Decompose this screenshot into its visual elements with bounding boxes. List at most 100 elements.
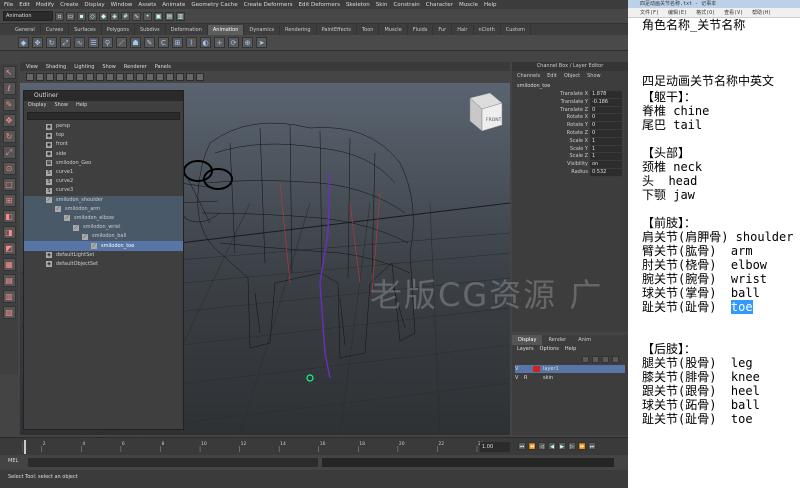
layer-row[interactable]: V Rskin: [515, 374, 625, 382]
shelf-tab-painteffects[interactable]: PaintEffects: [317, 24, 357, 35]
channel-value-field[interactable]: 1: [590, 153, 622, 162]
channel-label[interactable]: Rotate Z: [512, 130, 590, 138]
smooth-shade-icon[interactable]: [136, 73, 144, 81]
shelf-tab-fur[interactable]: Fur: [433, 24, 453, 35]
move-tool-icon[interactable]: ✥: [2, 114, 16, 127]
channel-value-field[interactable]: -0.186: [590, 98, 622, 107]
new-layer-icon[interactable]: [602, 355, 609, 363]
menu-create-deformers[interactable]: Create Deformers: [244, 2, 293, 8]
outliner-menu-show[interactable]: Show: [54, 101, 68, 110]
resolution-gate-icon[interactable]: [86, 73, 94, 81]
shelf-tab-animation[interactable]: Animation: [207, 24, 245, 35]
channelbox-menu-show[interactable]: Show: [587, 71, 601, 82]
selected-text[interactable]: toe: [730, 300, 753, 314]
channel-value-field[interactable]: 0: [590, 129, 622, 138]
shelf-tab-muscle[interactable]: Muscle: [379, 24, 408, 35]
play-back-icon[interactable]: ◀: [548, 442, 556, 450]
outliner-item[interactable]: Scurve3: [24, 186, 183, 195]
outliner-menu-help[interactable]: Help: [76, 101, 87, 110]
notepad-menu-item[interactable]: 帮助(H): [752, 8, 771, 17]
step-back-key-icon[interactable]: ⏪: [528, 442, 536, 450]
outliner-item[interactable]: ⟋ smilodon_ball: [24, 232, 183, 242]
open-scene-icon[interactable]: ▭: [66, 11, 75, 21]
outliner-item[interactable]: ◉ front: [24, 140, 183, 149]
channelbox-menu-edit[interactable]: Edit: [547, 71, 557, 82]
key-rotate-icon[interactable]: ↻: [46, 37, 57, 48]
view-menu-lighting[interactable]: Lighting: [74, 64, 94, 70]
menu-skeleton[interactable]: Skeleton: [346, 2, 370, 8]
snap-curve-icon[interactable]: ∿: [132, 11, 141, 21]
menu-edit[interactable]: Edit: [19, 2, 30, 8]
menu-animate[interactable]: Animate: [162, 2, 185, 8]
layer-name[interactable]: skin: [543, 375, 553, 381]
new-scene-icon[interactable]: ▫: [55, 11, 64, 21]
scale-tool-icon[interactable]: ⤢: [2, 146, 16, 159]
persp-graph-icon[interactable]: ◨: [2, 226, 16, 239]
point-constraint-icon[interactable]: +: [214, 37, 225, 48]
xray-joints-icon[interactable]: [196, 73, 204, 81]
view-menu-shading[interactable]: Shading: [46, 64, 66, 70]
outliner-item[interactable]: ⟋ smilodon_arm: [24, 204, 183, 214]
channel-value-field[interactable]: 1: [590, 145, 622, 154]
safe-action-icon[interactable]: [116, 73, 124, 81]
layer-visibility-toggle[interactable]: V: [515, 366, 521, 372]
textured-icon[interactable]: [146, 73, 154, 81]
channel-label[interactable]: Translate X: [512, 91, 590, 99]
shelf-tab-surfaces[interactable]: Surfaces: [69, 24, 102, 35]
shelf-tab-ncloth[interactable]: nCloth: [474, 24, 501, 35]
graph-layout-icon[interactable]: ▥: [2, 290, 16, 303]
layer-menu-options[interactable]: Options: [540, 345, 559, 354]
layer-menu-help[interactable]: Help: [565, 345, 576, 354]
outliner-item[interactable]: ◉ top: [24, 131, 183, 140]
camera-attributes-icon[interactable]: [36, 73, 44, 81]
time-slider[interactable]: 24681012141618202224 1.00 ⏮ ⏪ ◁ ◀ ▶ ▷ ⏩ …: [0, 437, 628, 455]
notepad-menu-item[interactable]: 格式(O): [696, 8, 715, 17]
viewcube[interactable]: [469, 92, 503, 132]
timeline-ruler[interactable]: 24681012141618202224: [22, 438, 502, 456]
menu-character[interactable]: Character: [426, 2, 453, 8]
layer-move-up-icon[interactable]: [582, 355, 589, 363]
menu-display[interactable]: Display: [84, 2, 104, 8]
cluster-icon[interactable]: C: [158, 37, 169, 48]
notepad-menu-item[interactable]: 文件(F): [640, 8, 659, 17]
outliner-search-input[interactable]: [27, 112, 180, 120]
layer-tab-display[interactable]: Display: [512, 335, 543, 345]
ik-handle-icon[interactable]: ⟋: [116, 37, 127, 48]
view-menu-show[interactable]: Show: [102, 64, 116, 70]
channel-value-field[interactable]: 1: [590, 137, 622, 146]
key-translate-icon[interactable]: ✥: [32, 37, 43, 48]
play-forward-icon[interactable]: ▶: [558, 442, 566, 450]
ik-handle[interactable]: [306, 374, 314, 382]
step-forward-icon[interactable]: ▷: [568, 442, 576, 450]
shelf-tab-deformation[interactable]: Deformation: [166, 24, 208, 35]
go-start-icon[interactable]: ⏮: [518, 442, 526, 450]
channel-label[interactable]: Scale X: [512, 138, 590, 146]
view-menu-view[interactable]: View: [26, 64, 38, 70]
channel-value-field[interactable]: 0: [590, 122, 622, 130]
channel-label[interactable]: Rotate Y: [512, 122, 590, 130]
channel-value-field[interactable]: 0: [590, 106, 622, 115]
go-end-icon[interactable]: ⏭: [588, 442, 596, 450]
persp-outliner-icon[interactable]: ◧: [2, 210, 16, 223]
outliner-item[interactable]: ◉ side: [24, 150, 183, 159]
grid-toggle-icon[interactable]: [66, 73, 74, 81]
menu-set-dropdown[interactable]: Animation: [3, 11, 53, 21]
layer-color-swatch[interactable]: [533, 366, 540, 372]
channel-label[interactable]: Translate Y: [512, 99, 590, 107]
shelf-tab-dynamics[interactable]: Dynamics: [244, 24, 281, 35]
shelf-tab-curves[interactable]: Curves: [41, 24, 70, 35]
range-slider[interactable]: MEL: [0, 455, 628, 470]
gate-mask-icon[interactable]: [96, 73, 104, 81]
select-hierarchy-icon[interactable]: ◇: [88, 11, 97, 21]
outliner-item[interactable]: ⟋ smilodon_elbow: [24, 213, 183, 224]
layer-visibility-toggle[interactable]: V: [515, 375, 521, 381]
ipr-render-icon[interactable]: ▤: [165, 11, 174, 21]
extra-layout-icon[interactable]: ▧: [2, 306, 16, 319]
menu-muscle[interactable]: Muscle: [459, 2, 478, 8]
parent-constraint-icon[interactable]: ⊕: [242, 37, 253, 48]
blend-shape-icon[interactable]: ◐: [200, 37, 211, 48]
outliner-menu-display[interactable]: Display: [28, 101, 46, 110]
lights-icon[interactable]: [156, 73, 164, 81]
channel-value-field[interactable]: 0: [590, 114, 622, 123]
paint-select-icon[interactable]: ✎: [2, 98, 16, 111]
